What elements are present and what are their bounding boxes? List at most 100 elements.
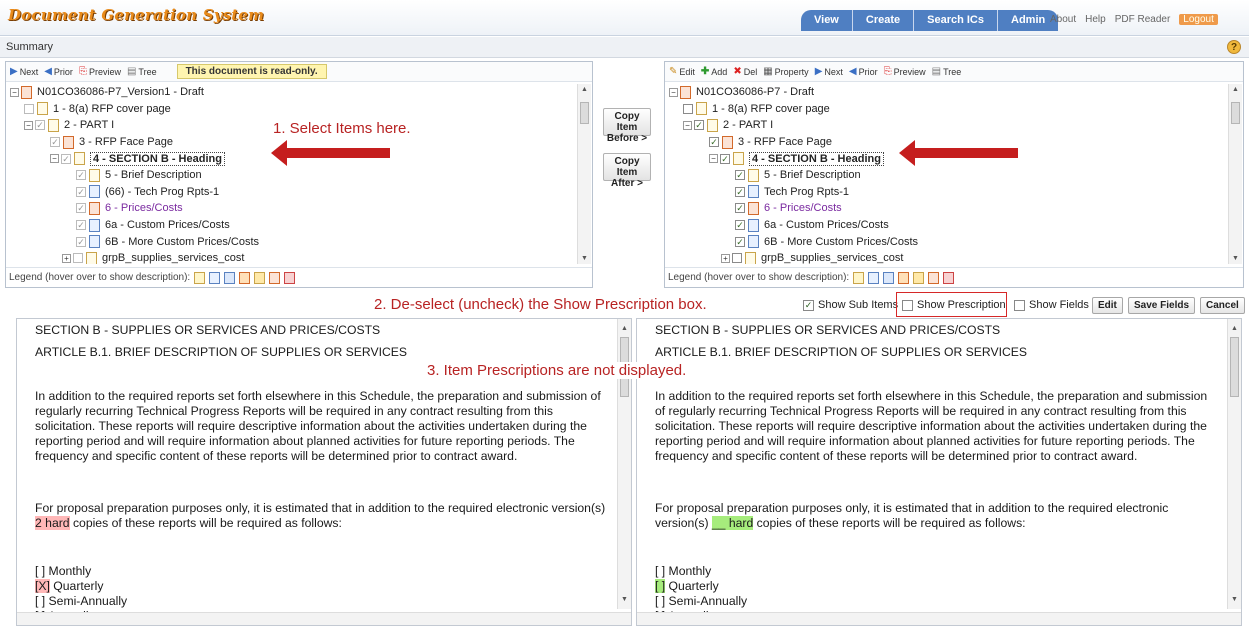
collapse-icon[interactable]: − (24, 120, 33, 130)
prior-button[interactable]: ◀ Prior (44, 66, 73, 77)
save-fields-button[interactable]: Save Fields (1128, 297, 1196, 314)
fill-in-field[interactable]: __ hard (711, 516, 754, 530)
item-checkbox[interactable]: ✓ (694, 120, 704, 131)
item-checkbox[interactable]: ✓ (76, 170, 86, 181)
item-checkbox[interactable]: ✓ (35, 120, 45, 131)
document-icon (86, 251, 97, 264)
show-fields-checkbox[interactable] (1014, 299, 1025, 311)
scroll-thumb[interactable] (1230, 337, 1239, 397)
collapse-icon[interactable]: − (669, 87, 678, 97)
target-tree-panel: ✎ Edit ✚ Add ✖ Del ▦ Property ▶ Next ◀ Prior ⎘… (664, 61, 1244, 288)
scroll-up-icon[interactable]: ▲ (621, 321, 628, 336)
tree-row[interactable]: ✓ 6 - Prices/Costs (669, 200, 1225, 217)
tab-view[interactable]: View (801, 10, 853, 31)
show-sub-items-option[interactable]: ✓ Show Sub Items (803, 299, 898, 311)
copy-after-button[interactable]: Copy Item After > (603, 153, 651, 189)
item-checkbox[interactable] (73, 253, 83, 264)
tree-row[interactable]: ✓ 6B - More Custom Prices/Costs (10, 233, 574, 250)
tree-row[interactable]: 1 - 8(a) RFP cover page (669, 101, 1225, 118)
item-checkbox[interactable]: ✓ (76, 220, 86, 231)
item-checkbox[interactable]: ✓ (735, 220, 745, 231)
option-mark[interactable]: [X] (35, 579, 50, 593)
expand-icon[interactable]: + (721, 253, 730, 263)
edit-button[interactable]: ✎ Edit (669, 66, 695, 77)
tab-create[interactable]: Create (852, 10, 915, 31)
property-button[interactable]: ▦ Property (763, 66, 808, 77)
cancel-button[interactable]: Cancel (1200, 297, 1245, 314)
tree-row[interactable]: − N01CO36086-P7_Version1 - Draft (10, 84, 574, 101)
next-button[interactable]: ▶ Next (10, 65, 38, 77)
tree-row[interactable]: ✓ 6a - Custom Prices/Costs (10, 217, 574, 234)
show-fields-option[interactable]: Show Fields (1014, 299, 1089, 311)
preview-button[interactable]: ⎘ Preview (884, 66, 926, 77)
scroll-down-icon[interactable]: ▼ (1231, 592, 1238, 607)
tree-row[interactable]: ✓ Tech Prog Rpts-1 (669, 184, 1225, 201)
scroll-up-icon[interactable]: ▲ (1232, 86, 1239, 93)
document-scrollbar[interactable]: ▲ ▼ (1227, 319, 1241, 609)
help-icon[interactable]: ? (1227, 40, 1241, 54)
item-checkbox[interactable] (683, 103, 693, 114)
fill-in-field[interactable]: 2 hard (35, 516, 70, 530)
link-pdf-reader[interactable]: PDF Reader (1115, 14, 1171, 25)
tree-row[interactable]: − ✓ 2 - PART I (669, 117, 1225, 134)
prior-button[interactable]: ◀ Prior (849, 66, 878, 77)
tree-scrollbar[interactable]: ▲ ▼ (1228, 84, 1242, 264)
item-checkbox[interactable]: ✓ (76, 236, 86, 247)
item-checkbox[interactable]: ✓ (720, 153, 730, 164)
tree-row[interactable]: ✓ 5 - Brief Description (10, 167, 574, 184)
preview-button[interactable]: ⎘ Preview (79, 66, 121, 77)
tree-scrollbar[interactable]: ▲ ▼ (577, 84, 591, 264)
next-arrow-icon: ▶ (10, 65, 18, 77)
tree-row[interactable]: ✓ 5 - Brief Description (669, 167, 1225, 184)
collapse-icon[interactable]: − (10, 87, 19, 97)
tab-search-ics[interactable]: Search ICs (914, 10, 998, 31)
item-checkbox[interactable]: ✓ (735, 203, 745, 214)
tree-row[interactable]: − N01CO36086-P7 - Draft (669, 84, 1225, 101)
document-icon (748, 235, 759, 249)
item-checkbox[interactable]: ✓ (709, 137, 719, 148)
scroll-down-icon[interactable]: ▼ (581, 255, 588, 262)
option-mark[interactable]: [ ] (655, 579, 666, 593)
scroll-down-icon[interactable]: ▼ (1232, 255, 1239, 262)
horizontal-scrollbar[interactable] (637, 612, 1241, 625)
tree-label: 6 - Prices/Costs (764, 202, 842, 215)
tree-button[interactable]: ▤ Tree (127, 66, 157, 77)
collapse-icon[interactable]: − (709, 154, 718, 164)
scroll-thumb[interactable] (580, 102, 589, 124)
tree-row[interactable]: ✓ 6B - More Custom Prices/Costs (669, 233, 1225, 250)
legend-custom-icon (224, 271, 236, 284)
show-sub-items-checkbox[interactable]: ✓ (803, 299, 814, 311)
scroll-thumb[interactable] (1231, 102, 1240, 124)
next-button[interactable]: ▶ Next (815, 66, 843, 77)
tree-row[interactable]: + grpB_supplies_services_cost (669, 250, 1225, 264)
scroll-down-icon[interactable]: ▼ (621, 592, 628, 607)
expand-icon[interactable]: + (62, 253, 71, 263)
tree-row[interactable]: ✓ 6 - Prices/Costs (10, 200, 574, 217)
item-checkbox[interactable]: ✓ (76, 186, 86, 197)
tree-row[interactable]: ✓ (66) - Tech Prog Rpts-1 (10, 184, 574, 201)
tree-button[interactable]: ▤ Tree (932, 66, 962, 77)
item-checkbox[interactable]: ✓ (735, 186, 745, 197)
copy-before-button[interactable]: Copy Item Before > (603, 108, 651, 144)
collapse-icon[interactable]: − (50, 154, 59, 164)
scroll-up-icon[interactable]: ▲ (581, 86, 588, 93)
item-checkbox[interactable]: ✓ (735, 170, 745, 181)
item-checkbox[interactable] (24, 103, 34, 114)
item-checkbox[interactable]: ✓ (735, 236, 745, 247)
edit-fields-button[interactable]: Edit (1092, 297, 1123, 314)
scroll-up-icon[interactable]: ▲ (1231, 321, 1238, 336)
item-checkbox[interactable] (732, 253, 742, 264)
tree-row[interactable]: 1 - 8(a) RFP cover page (10, 101, 574, 118)
tree-row[interactable]: + grpB_supplies_services_cost (10, 250, 574, 264)
item-checkbox[interactable]: ✓ (50, 137, 60, 148)
tree-row[interactable]: ✓ 6a - Custom Prices/Costs (669, 217, 1225, 234)
delete-button[interactable]: ✖ Del (733, 66, 757, 77)
link-logout[interactable]: Logout (1179, 14, 1218, 25)
item-checkbox[interactable]: ✓ (76, 203, 86, 214)
collapse-icon[interactable]: − (683, 120, 692, 130)
link-help[interactable]: Help (1085, 14, 1106, 25)
item-checkbox[interactable]: ✓ (61, 153, 71, 164)
link-about[interactable]: About (1050, 14, 1076, 25)
add-button[interactable]: ✚ Add (701, 66, 727, 77)
horizontal-scrollbar[interactable] (17, 612, 631, 625)
